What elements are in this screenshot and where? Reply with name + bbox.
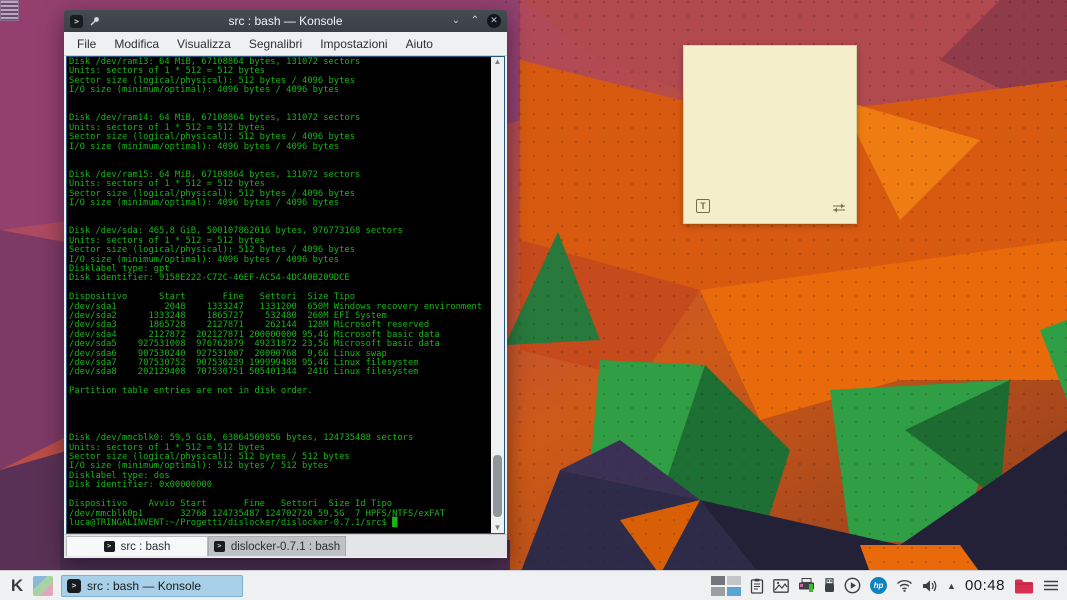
konsole-task-icon: > — [67, 578, 81, 593]
terminal-scrollbar[interactable]: ▲ ▼ — [491, 57, 504, 533]
menu-file[interactable]: File — [68, 37, 105, 51]
menu-segnalibri[interactable]: Segnalibri — [240, 37, 311, 51]
konsole-app-icon: > — [70, 14, 83, 28]
sticky-note[interactable]: T — [683, 45, 857, 224]
window-title: src : bash — Konsole — [228, 14, 343, 28]
close-button[interactable]: ✕ — [487, 14, 501, 28]
menubar: File Modifica Visualizza Segnalibri Impo… — [64, 32, 507, 56]
task-button-label: src : bash — Konsole — [87, 578, 202, 593]
volume-icon[interactable] — [922, 579, 938, 593]
tab-label: dislocker-0.7.1 : bash — [230, 540, 341, 553]
note-settings-icon[interactable] — [832, 203, 846, 213]
menu-visualizza[interactable]: Visualizza — [168, 37, 240, 51]
tray-expand-icon[interactable]: ▲ — [947, 581, 956, 591]
clipboard-icon[interactable] — [750, 578, 764, 594]
pager-desktop-1[interactable] — [711, 575, 726, 585]
red-folder-icon[interactable] — [1014, 578, 1034, 594]
terminal-output: Disk /dev/ram13: 64 MiB, 67108864 bytes,… — [69, 57, 483, 528]
menu-impostazioni[interactable]: Impostazioni — [311, 37, 396, 51]
scrollbar-up-icon[interactable]: ▲ — [491, 57, 504, 67]
hp-printer-tray-icon[interactable]: hp — [870, 577, 888, 594]
panel-settings-icon[interactable] — [1043, 579, 1059, 592]
system-tray: hp ▲ 00:48 — [711, 575, 1059, 596]
media-player-icon[interactable] — [844, 577, 861, 594]
scrollbar-down-icon[interactable]: ▼ — [491, 523, 504, 533]
pager-desktop-3[interactable] — [711, 586, 726, 596]
virtual-desktop-pager[interactable] — [711, 575, 742, 596]
pager-desktop-2[interactable] — [727, 575, 742, 585]
mini-notes-widget[interactable] — [0, 0, 19, 21]
menu-modifica[interactable]: Modifica — [105, 37, 168, 51]
clock[interactable]: 00:48 — [965, 577, 1005, 594]
show-desktop-icon[interactable] — [33, 575, 53, 596]
maximize-button[interactable]: ⌃ — [468, 14, 482, 28]
wifi-icon[interactable] — [896, 579, 913, 592]
note-format-icon[interactable]: T — [696, 199, 710, 213]
terminal-tab-icon: > — [213, 541, 225, 552]
task-button-konsole[interactable]: > src : bash — Konsole — [61, 574, 243, 597]
konsole-window: > src : bash — Konsole ⌄ ⌃ ✕ File Modifi… — [64, 10, 507, 558]
terminal-tab-icon: > — [103, 541, 115, 552]
tab-bar: > src : bash > dislocker-0.7.1 : bash — [64, 534, 507, 557]
tab-label: src : bash — [120, 540, 171, 553]
scrollbar-thumb[interactable] — [493, 455, 502, 517]
taskbar: K > src : bash — Konsole hp ▲ 00:48 — [0, 570, 1067, 600]
pin-icon[interactable] — [89, 15, 101, 27]
desktop: T > src : bash — Konsole ⌄ ⌃ ✕ File Modi… — [0, 0, 1067, 600]
tab-src-bash[interactable]: > src : bash — [66, 536, 208, 556]
printer-icon[interactable] — [798, 578, 815, 593]
minimize-button[interactable]: ⌄ — [449, 14, 463, 28]
removable-device-icon[interactable] — [824, 578, 835, 593]
menu-aiuto[interactable]: Aiuto — [397, 37, 442, 51]
titlebar[interactable]: > src : bash — Konsole ⌄ ⌃ ✕ — [64, 10, 507, 32]
app-launcher-icon[interactable]: K — [5, 575, 29, 597]
screenshot-image-icon[interactable] — [773, 578, 789, 593]
terminal-view[interactable]: Disk /dev/ram13: 64 MiB, 67108864 bytes,… — [66, 56, 505, 534]
pager-desktop-4[interactable] — [727, 586, 742, 596]
tab-dislocker-bash[interactable]: > dislocker-0.7.1 : bash — [208, 536, 346, 556]
